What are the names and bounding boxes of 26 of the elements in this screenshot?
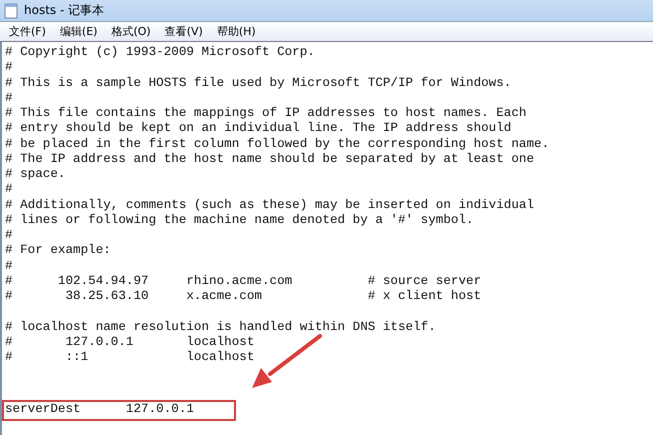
text-line: # This is a sample HOSTS file used by Microsoft TCP/IP for Windows. xyxy=(5,76,512,90)
text-line: # Additionally, comments (such as these) may be inserted on individual xyxy=(5,198,534,212)
text-line: # entry should be kept on an individual line. The IP address should xyxy=(5,121,512,136)
text-line: # be placed in the first column followed by the corresponding host name. xyxy=(5,136,550,150)
window-title: hosts - 记事本 xyxy=(24,2,104,19)
text-line: # 102.54.94.97 rhino.acme.com # source server xyxy=(5,274,482,288)
text-line: # lines or following the machine name denoted by a '#' symbol. xyxy=(5,212,474,227)
text-line: # localhost name resolution is handled within DNS itself. xyxy=(5,320,436,334)
text-line: # space. xyxy=(5,167,66,181)
text-line: # 38.25.63.10 x.acme.com # x client host xyxy=(5,289,482,303)
text-line: # ::1 localhost xyxy=(5,350,254,364)
menu-item[interactable]: 文件(F) xyxy=(8,24,47,39)
text-line: # Copyright (c) 1993-2009 Microsoft Corp. xyxy=(5,45,315,59)
text-line: # xyxy=(5,228,13,242)
menu-item[interactable]: 帮助(H) xyxy=(216,24,257,39)
menu-item[interactable]: 编辑(E) xyxy=(58,24,98,39)
text-line: # The IP address and the host name should be separated by at least one xyxy=(5,152,534,166)
text-line: # For example: xyxy=(5,243,111,258)
text-line: # xyxy=(5,182,13,196)
text-line: # This file contains the mappings of IP addresses to host names. Each xyxy=(5,106,526,120)
text-line: # 127.0.0.1 localhost xyxy=(5,334,254,349)
menu-item[interactable]: 格式(O) xyxy=(110,24,152,39)
text-line: # xyxy=(5,60,13,74)
text-line: # xyxy=(5,90,13,105)
menu-item[interactable]: 查看(V) xyxy=(164,24,204,39)
text-line: # xyxy=(5,258,13,272)
